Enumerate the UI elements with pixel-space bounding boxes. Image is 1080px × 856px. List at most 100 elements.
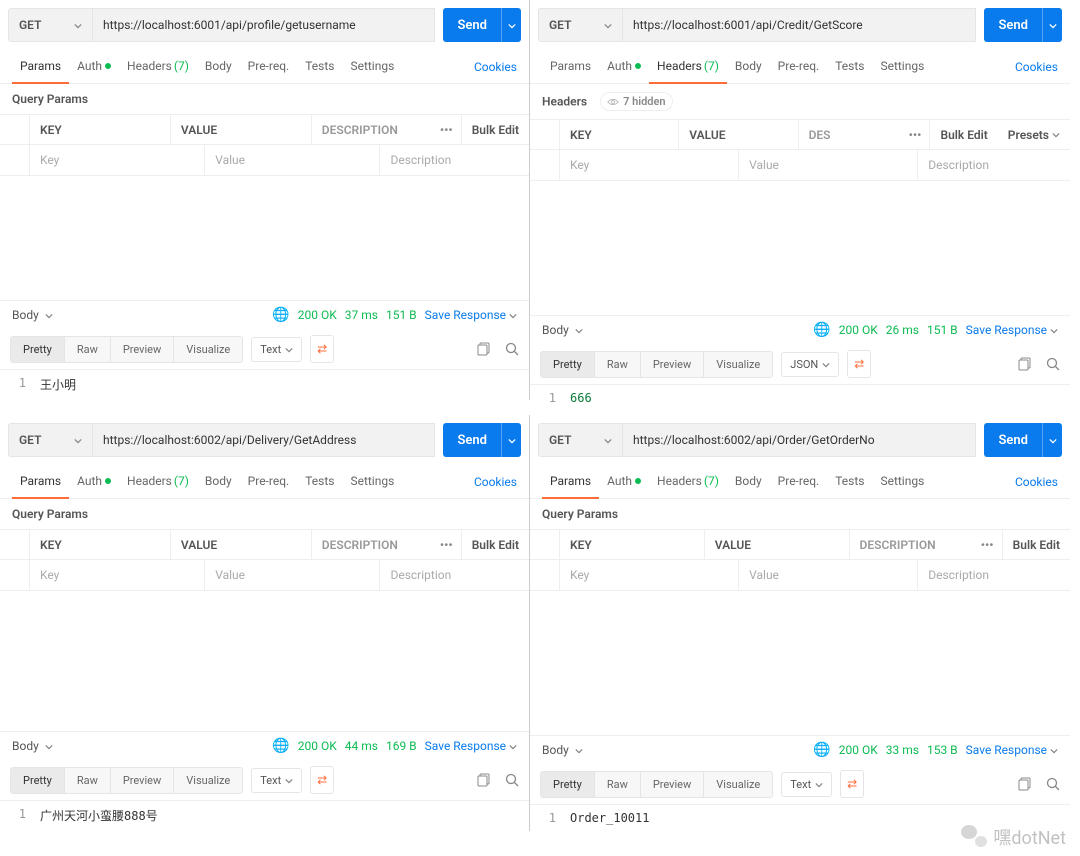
view-preview[interactable]: Preview (111, 337, 174, 362)
response-body-tab[interactable]: Body (542, 323, 583, 337)
method-select[interactable]: GET (538, 423, 622, 457)
key-input[interactable]: Key (30, 145, 205, 175)
hidden-badge[interactable]: 7 hidden (600, 92, 672, 111)
tab-tests[interactable]: Tests (827, 465, 872, 499)
view-pretty[interactable]: Pretty (541, 352, 595, 377)
response-body-tab[interactable]: Body (542, 743, 583, 757)
tab-auth[interactable]: Auth (599, 50, 649, 84)
tab-tests[interactable]: Tests (297, 50, 342, 84)
view-raw[interactable]: Raw (595, 772, 641, 797)
tab-settings[interactable]: Settings (872, 50, 932, 84)
cookies-link[interactable]: Cookies (474, 60, 517, 74)
value-input[interactable]: Value (739, 560, 918, 590)
network-icon[interactable]: 🌐 (813, 742, 830, 758)
copy-icon[interactable] (477, 341, 491, 357)
cookies-link[interactable]: Cookies (474, 475, 517, 489)
key-input[interactable]: Key (30, 560, 205, 590)
search-icon[interactable] (505, 772, 519, 788)
view-visualize[interactable]: Visualize (174, 337, 242, 362)
copy-icon[interactable] (477, 772, 491, 788)
table-row[interactable]: Key Value Description (0, 560, 529, 590)
value-input[interactable]: Value (205, 145, 380, 175)
key-input[interactable]: Key (560, 150, 739, 180)
network-icon[interactable]: 🌐 (813, 322, 830, 338)
wrap-icon[interactable]: ⇄ (847, 350, 871, 378)
url-input[interactable] (622, 8, 976, 42)
view-preview[interactable]: Preview (111, 768, 174, 793)
presets-button[interactable]: Presets (998, 128, 1070, 142)
tab-body[interactable]: Body (727, 50, 770, 84)
wrap-icon[interactable]: ⇄ (310, 766, 334, 794)
desc-input[interactable]: Description (380, 560, 529, 590)
tab-headers[interactable]: Headers (7) (649, 465, 727, 499)
method-select[interactable]: GET (538, 8, 622, 42)
bulk-edit-button[interactable]: Bulk Edit (930, 128, 997, 142)
tab-tests[interactable]: Tests (827, 50, 872, 84)
tab-prereq[interactable]: Pre-req. (240, 50, 298, 84)
view-pretty[interactable]: Pretty (541, 772, 595, 797)
bulk-edit-button[interactable]: Bulk Edit (462, 123, 529, 137)
response-body-tab[interactable]: Body (12, 739, 53, 753)
search-icon[interactable] (1046, 776, 1060, 792)
desc-input[interactable]: Description (918, 150, 1070, 180)
tab-prereq[interactable]: Pre-req. (770, 465, 828, 499)
key-input[interactable]: Key (560, 560, 739, 590)
send-button[interactable]: Send (443, 8, 501, 42)
view-raw[interactable]: Raw (595, 352, 641, 377)
view-raw[interactable]: Raw (65, 337, 111, 362)
desc-input[interactable]: Description (918, 560, 1070, 590)
network-icon[interactable]: 🌐 (272, 738, 289, 754)
bulk-edit-button[interactable]: Bulk Edit (462, 538, 529, 552)
send-button[interactable]: Send (443, 423, 501, 457)
tab-auth[interactable]: Auth (69, 465, 119, 499)
network-icon[interactable]: 🌐 (272, 307, 289, 323)
send-options[interactable] (501, 8, 521, 42)
tab-prereq[interactable]: Pre-req. (240, 465, 298, 499)
send-options[interactable] (1042, 8, 1062, 42)
save-response-button[interactable]: Save Response (966, 743, 1058, 757)
search-icon[interactable] (505, 341, 519, 357)
copy-icon[interactable] (1018, 776, 1032, 792)
tab-prereq[interactable]: Pre-req. (770, 50, 828, 84)
bulk-edit-button[interactable]: Bulk Edit (1003, 538, 1070, 552)
url-input[interactable] (92, 8, 435, 42)
value-input[interactable]: Value (739, 150, 918, 180)
tab-params[interactable]: Params (542, 465, 599, 499)
save-response-button[interactable]: Save Response (425, 308, 517, 322)
tab-settings[interactable]: Settings (872, 465, 932, 499)
send-button[interactable]: Send (984, 8, 1042, 42)
view-visualize[interactable]: Visualize (174, 768, 242, 793)
table-row[interactable]: Key Value Description (530, 150, 1070, 180)
view-visualize[interactable]: Visualize (704, 772, 772, 797)
send-button[interactable]: Send (984, 423, 1042, 457)
tab-headers[interactable]: Headers (7) (649, 50, 727, 84)
tab-headers[interactable]: Headers (7) (119, 50, 197, 84)
view-pretty[interactable]: Pretty (11, 337, 65, 362)
tab-body[interactable]: Body (197, 50, 240, 84)
send-options[interactable] (1042, 423, 1062, 457)
copy-icon[interactable] (1018, 356, 1032, 372)
response-body-tab[interactable]: Body (12, 308, 53, 322)
view-preview[interactable]: Preview (641, 352, 704, 377)
view-preview[interactable]: Preview (641, 772, 704, 797)
url-input[interactable] (92, 423, 435, 457)
url-input[interactable] (622, 423, 976, 457)
format-select[interactable]: JSON (781, 352, 839, 377)
wrap-icon[interactable]: ⇄ (310, 335, 334, 363)
cookies-link[interactable]: Cookies (1015, 475, 1058, 489)
view-visualize[interactable]: Visualize (704, 352, 772, 377)
method-select[interactable]: GET (8, 8, 92, 42)
tab-params[interactable]: Params (12, 50, 69, 84)
desc-input[interactable]: Description (380, 145, 529, 175)
tab-params[interactable]: Params (542, 50, 599, 84)
tab-auth[interactable]: Auth (69, 50, 119, 84)
more-icon[interactable]: ••• (432, 530, 462, 559)
tab-settings[interactable]: Settings (342, 50, 402, 84)
save-response-button[interactable]: Save Response (425, 739, 517, 753)
send-options[interactable] (501, 423, 521, 457)
tab-body[interactable]: Body (727, 465, 770, 499)
wrap-icon[interactable]: ⇄ (840, 770, 864, 798)
format-select[interactable]: Text (251, 337, 302, 362)
search-icon[interactable] (1046, 356, 1060, 372)
cookies-link[interactable]: Cookies (1015, 60, 1058, 74)
